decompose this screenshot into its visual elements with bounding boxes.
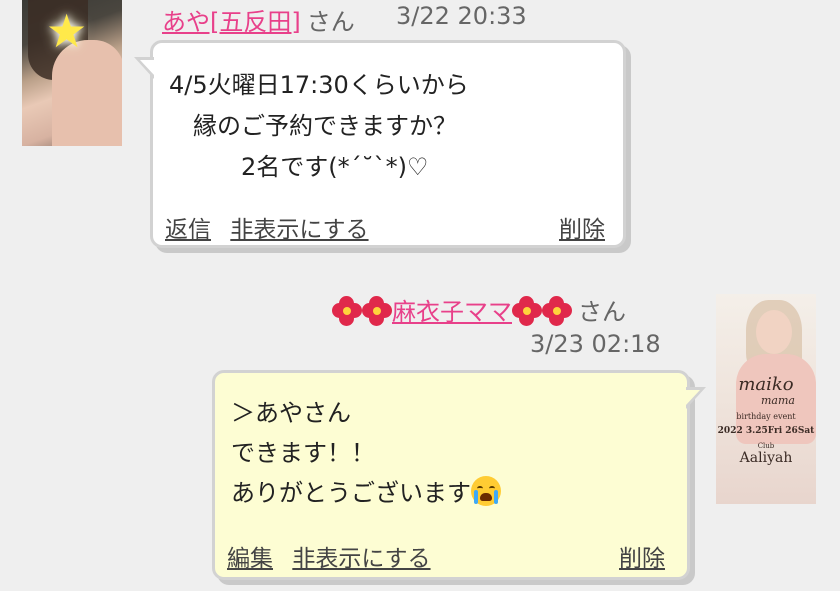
delete-link[interactable]: 削除	[619, 539, 665, 573]
sender-avatar[interactable]: maiko mama birthday event 2022 3.25Fri 2…	[716, 294, 816, 504]
delete-link[interactable]: 削除	[559, 210, 605, 244]
message-line-with-emoji: ありがとうございます	[231, 473, 501, 513]
message-line: ありがとうございます	[231, 479, 471, 507]
honorific: さん	[578, 298, 626, 326]
honorific: さん	[306, 8, 355, 36]
message-actions: 編集 非表示にする 削除	[227, 539, 665, 573]
avatar-face	[756, 310, 792, 354]
hide-link[interactable]: 非表示にする	[292, 546, 430, 572]
poster-club-name: Aaliyah	[739, 450, 793, 466]
bubble-tail-fill	[140, 60, 155, 76]
poster-subtitle: mama	[761, 394, 795, 407]
message-line: 4/5火曜日17:30くらいから	[169, 71, 469, 99]
sender-name-line: 麻衣子ママ さん	[332, 292, 626, 327]
message-timestamp: 3/23 02:18	[530, 330, 661, 358]
message-body: 4/5火曜日17:30くらいから 縁のご予約できますか？ 2名です(*´˘`*)…	[169, 65, 469, 188]
poster-event: birthday event	[736, 412, 796, 421]
message-line: 2名です(*´˘`*)♡	[169, 153, 429, 181]
crying-face-icon	[471, 476, 501, 506]
message-bubble-sent: ＞あやさん できます！！ ありがとうございます 編集 非表示にする 削除	[212, 370, 706, 580]
sender-name-link[interactable]: 麻衣子ママ	[392, 298, 512, 326]
message-bubble-received: 4/5火曜日17:30くらいから 縁のご予約できますか？ 2名です(*´˘`*)…	[134, 40, 626, 248]
hibiscus-icon	[542, 296, 572, 326]
poster-title: maiko	[738, 374, 794, 395]
message-line: できます！！	[231, 439, 375, 467]
sender-avatar[interactable]: ★	[22, 0, 122, 146]
hibiscus-icon	[362, 296, 392, 326]
hibiscus-icon	[512, 296, 542, 326]
star-sticker-icon: ★	[46, 4, 88, 58]
message-line: 縁のご予約できますか？	[169, 112, 457, 140]
message-line: ＞あやさん	[231, 399, 351, 427]
reply-link[interactable]: 返信	[165, 217, 211, 243]
poster-date: 2022 3.25Fri 26Sat	[717, 426, 815, 436]
edit-link[interactable]: 編集	[227, 546, 273, 572]
message-body: ＞あやさん できます！！ ありがとうございます	[231, 393, 501, 513]
sender-name-link[interactable]: あや[五反田]	[162, 8, 301, 36]
bubble-tail-fill	[685, 390, 700, 406]
sender-name-line: あや[五反田] さん	[162, 2, 355, 37]
message-timestamp: 3/22 20:33	[396, 2, 527, 30]
poster-club-label: Club	[757, 442, 775, 450]
hibiscus-icon	[332, 296, 362, 326]
message-actions: 返信 非表示にする 削除	[165, 210, 605, 244]
hide-link[interactable]: 非表示にする	[230, 217, 368, 243]
